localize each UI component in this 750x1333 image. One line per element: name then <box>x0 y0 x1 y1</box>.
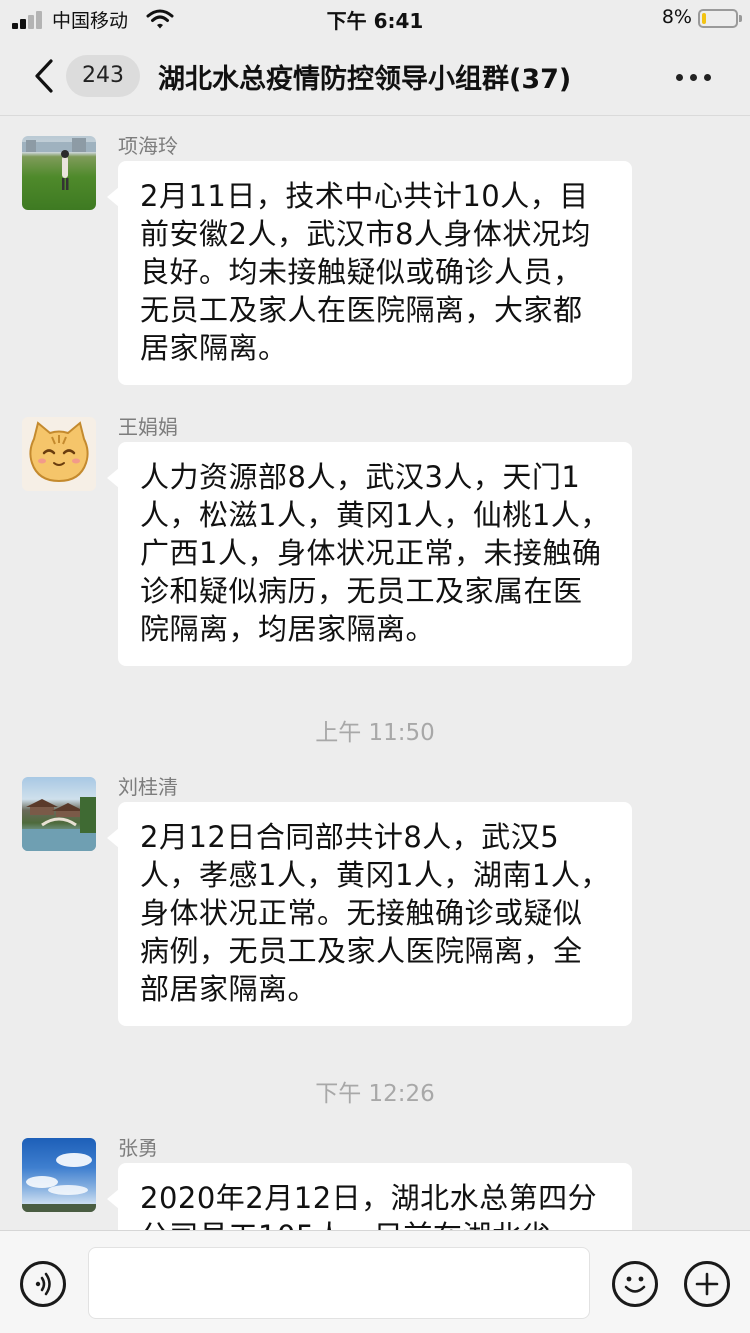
time-divider: 下午 12:26 <box>315 1081 435 1107</box>
chat-header: 243 湖北水总疫情防控领导小组群(37) <box>0 38 750 116</box>
status-bar: 中国移动 下午 6:41 8% <box>0 0 750 38</box>
avatar-photo <box>22 138 96 190</box>
sender-name: 张勇 <box>118 1136 158 1160</box>
chat-title: 湖北水总疫情防控领导小组群(37) <box>158 64 572 95</box>
message-bubble[interactable]: 2月12日合同部共计8人，武汉5人，孝感1人，黄冈1人，湖南1人，身体状况正常。… <box>107 802 632 1026</box>
unread-count-badge[interactable]: 243 <box>66 55 140 97</box>
more-dots-icon[interactable] <box>676 74 712 82</box>
voice-icon[interactable] <box>20 1261 66 1307</box>
message-bubble[interactable]: 2020年2月12日，湖北水总第四分公司员工105人，目前在湖北省 <box>107 1163 632 1230</box>
plus-icon[interactable] <box>684 1261 730 1307</box>
avatar[interactable] <box>22 417 96 491</box>
message-list[interactable]: 项海玲 2月11日，技术中心共计10人，目前安徽2人，武汉市8人身体状况均良好。… <box>0 117 750 1230</box>
message-bubble[interactable]: 人力资源部8人，武汉3人，天门1人，松滋1人，黄冈1人，仙桃1人，广西1人，身体… <box>107 442 632 666</box>
chat-input-bar <box>0 1230 750 1333</box>
message-bubble[interactable]: 2月11日，技术中心共计10人，目前安徽2人，武汉市8人身体状况均良好。均未接触… <box>107 161 632 385</box>
time-divider: 上午 11:50 <box>315 720 435 746</box>
cat-avatar-icon <box>29 421 89 483</box>
sender-name: 项海玲 <box>118 134 178 158</box>
emoji-icon[interactable] <box>612 1261 658 1307</box>
avatar-photo <box>22 1153 96 1212</box>
battery-percent: 8% <box>661 6 692 28</box>
avatar[interactable] <box>22 1138 96 1212</box>
avatar[interactable] <box>22 136 96 210</box>
status-time: 下午 6:41 <box>326 9 424 33</box>
battery-level <box>702 13 706 24</box>
sender-name: 刘桂清 <box>118 775 178 799</box>
sender-name: 王娟娟 <box>118 415 178 439</box>
message-input[interactable] <box>88 1247 590 1319</box>
battery-icon <box>698 9 742 28</box>
avatar[interactable] <box>22 777 96 851</box>
chevron-left-icon[interactable] <box>32 58 56 94</box>
avatar-photo <box>22 797 96 851</box>
